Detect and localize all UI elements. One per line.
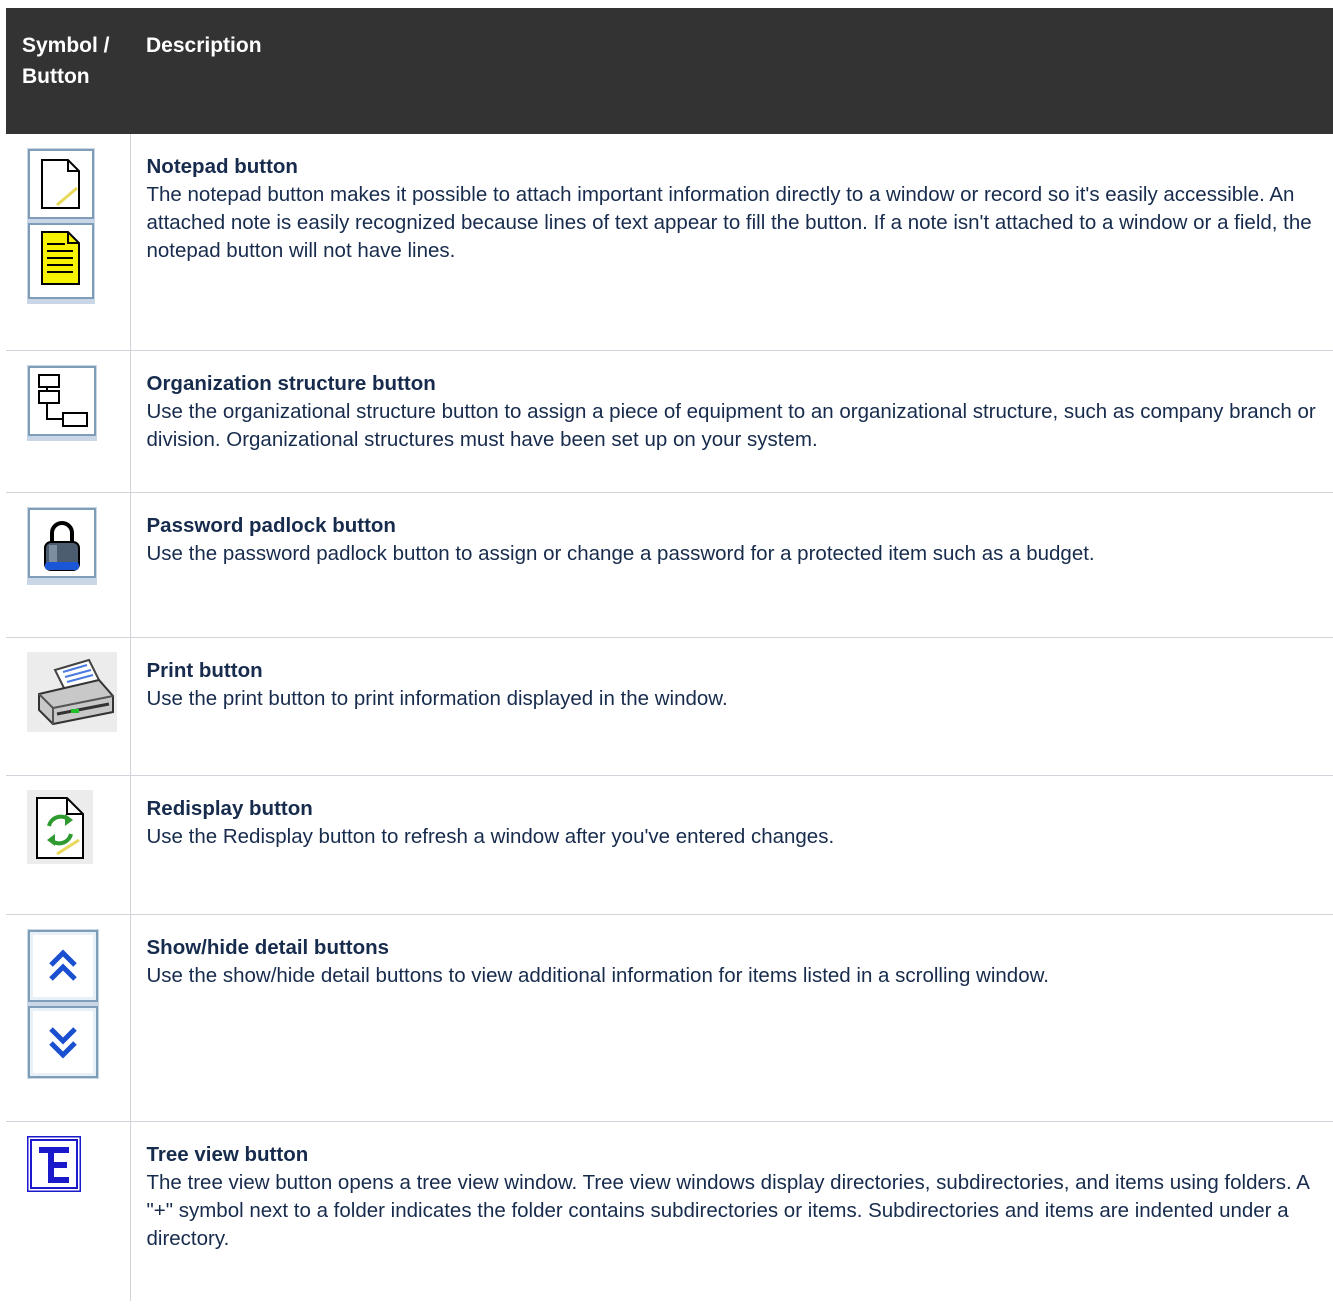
row-description: Use the print button to print informatio… xyxy=(146,686,728,710)
header-symbol-button: Symbol / Button xyxy=(6,8,130,134)
row-title: Tree view button xyxy=(146,1142,309,1166)
row-title: Show/hide detail buttons xyxy=(146,935,390,959)
row-title: Notepad button xyxy=(146,155,298,178)
row-title: Password padlock button xyxy=(146,513,396,537)
padlock-icon xyxy=(27,506,97,585)
table-row: Print button Use the print button to pri… xyxy=(6,637,1333,776)
button-reference-table: Symbol / Button Description Notepad butt… xyxy=(6,8,1333,1301)
symbol-cell xyxy=(6,492,131,638)
description-cell: Organization structure button Use the or… xyxy=(130,350,1333,493)
tree-view-icon xyxy=(27,1135,81,1192)
row-title: Organization structure button xyxy=(146,371,436,395)
redisplay-icon xyxy=(27,789,93,864)
table-row: Show/hide detail buttons Use the show/hi… xyxy=(6,914,1333,1122)
row-description: Use the organizational structure button … xyxy=(146,399,1316,451)
row-description: Use the Redisplay button to refresh a wi… xyxy=(146,824,835,848)
org-structure-icon xyxy=(27,364,97,441)
row-description: The tree view button opens a tree view w… xyxy=(146,1170,1309,1250)
description-cell: Show/hide detail buttons Use the show/hi… xyxy=(130,914,1333,1122)
row-title: Redisplay button xyxy=(146,796,313,820)
row-description: The notepad button makes it possible to … xyxy=(146,183,1312,262)
symbol-cell xyxy=(6,775,131,915)
symbol-cell xyxy=(6,134,131,351)
table-row: Tree view button The tree view button op… xyxy=(6,1121,1333,1301)
row-description: Use the show/hide detail buttons to view… xyxy=(146,963,1049,987)
symbol-cell xyxy=(6,1121,131,1301)
show-hide-icon xyxy=(27,928,99,1079)
description-cell: Notepad button The notepad button makes … xyxy=(130,134,1333,351)
notepad-icon xyxy=(27,148,95,304)
description-cell: Print button Use the print button to pri… xyxy=(130,637,1333,776)
printer-icon xyxy=(27,651,117,732)
description-cell: Password padlock button Use the password… xyxy=(130,492,1333,638)
table-row: Redisplay button Use the Redisplay butto… xyxy=(6,775,1333,915)
table-row: Password padlock button Use the password… xyxy=(6,492,1333,638)
table-header-row: Symbol / Button Description xyxy=(6,8,1333,134)
row-description: Use the password padlock button to assig… xyxy=(146,541,1095,565)
table-row: Notepad button The notepad button makes … xyxy=(6,134,1333,351)
description-cell: Redisplay button Use the Redisplay butto… xyxy=(130,775,1333,915)
symbol-cell xyxy=(6,914,131,1122)
row-title: Print button xyxy=(146,658,263,682)
header-description: Description xyxy=(130,8,1333,134)
table-row: Organization structure button Use the or… xyxy=(6,350,1333,493)
symbol-cell xyxy=(6,637,131,776)
symbol-cell xyxy=(6,350,131,493)
description-cell: Tree view button The tree view button op… xyxy=(130,1121,1333,1301)
